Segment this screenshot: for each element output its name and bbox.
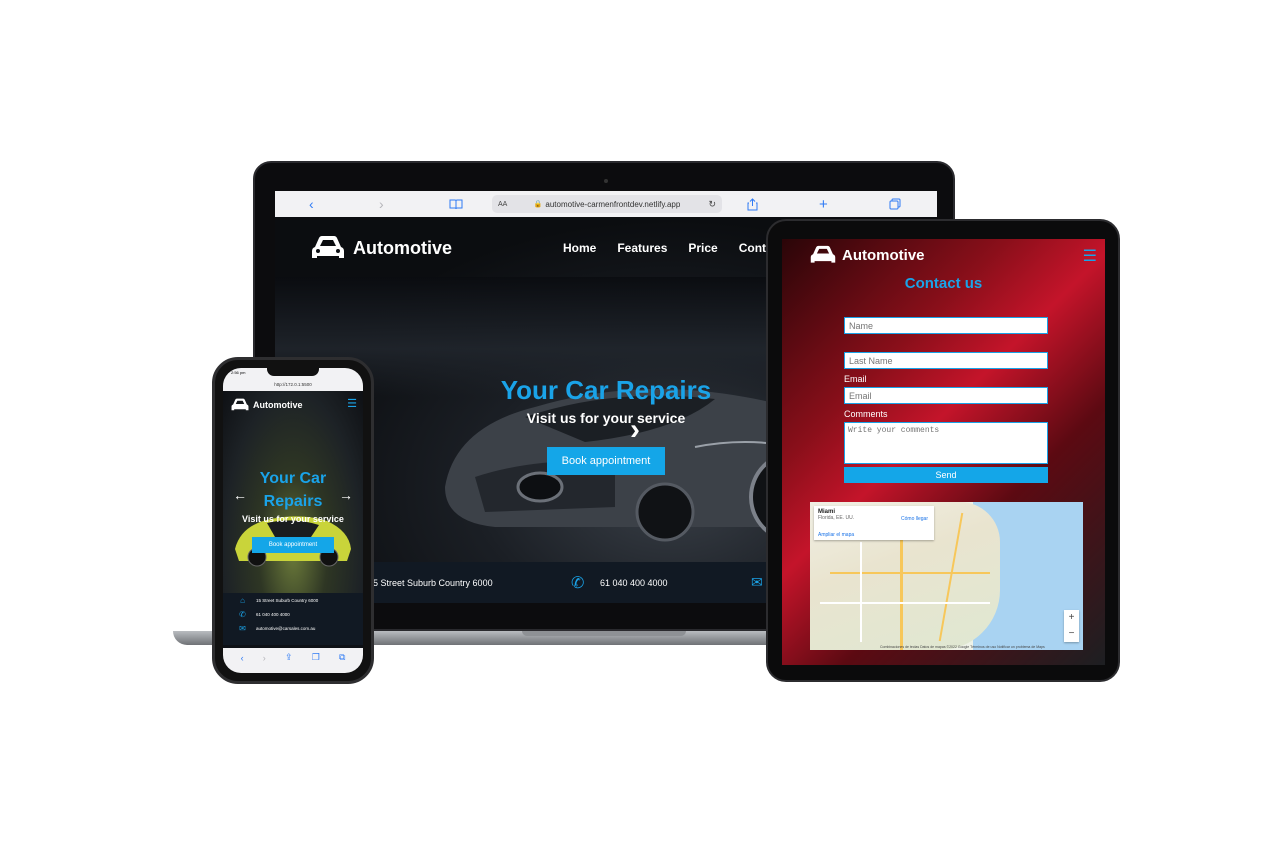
map-zoom-control: + − xyxy=(1064,610,1079,642)
url-text: automotive-carmenfrontdev.netlify.app xyxy=(545,199,681,209)
book-appointment-button[interactable]: Book appointment xyxy=(252,537,334,553)
map-road xyxy=(830,572,990,574)
chevron-left-icon[interactable]: ‹ xyxy=(309,195,314,213)
hero-subtitle: Visit us for your service xyxy=(242,514,344,524)
hamburger-menu-icon[interactable]: ☰ xyxy=(347,397,357,410)
map-road xyxy=(820,602,990,604)
phone-icon: ✆ xyxy=(239,610,246,619)
footer-address: 5 Street Suburb Country 6000 xyxy=(373,577,493,588)
book-appointment-button[interactable]: Book appointment xyxy=(547,447,665,475)
nav-features[interactable]: Features xyxy=(617,241,667,255)
address-bar[interactable]: http://172.0.1:5500 xyxy=(223,378,363,391)
tablet: Automotive ☰ Contact us Email Comments S… xyxy=(766,219,1120,682)
home-icon: ⌂ xyxy=(240,596,245,605)
chevron-right-icon[interactable]: › xyxy=(379,195,384,213)
site-logo[interactable]: Automotive xyxy=(810,245,925,265)
phone-icon: ✆ xyxy=(571,574,585,592)
info-address: 15 Street Suburb Country 6000 xyxy=(256,598,319,603)
chevron-left-icon[interactable]: ‹ xyxy=(241,653,244,663)
info-email: automotive@carsales.com.au xyxy=(256,626,316,631)
tablet-screen: Automotive ☰ Contact us Email Comments S… xyxy=(782,239,1105,665)
contact-title: Contact us xyxy=(904,275,983,292)
safari-bottom-toolbar: ‹ › ⇪ ❐ ⧉ xyxy=(223,648,363,673)
car-logo-icon xyxy=(810,245,836,263)
brand-name: Automotive xyxy=(353,237,452,258)
share-icon[interactable]: ⇪ xyxy=(285,652,293,663)
lock-icon: 🔒 xyxy=(533,201,543,208)
phone-screen: 2:56 pm http://172.0.1:5500 Automotive ☰… xyxy=(223,368,363,673)
car-logo-icon xyxy=(312,236,344,258)
envelope-icon: ✉ xyxy=(239,624,246,633)
map-attribution: Combinaciones de teclas Datos de mapas ©… xyxy=(880,645,1045,649)
nav-home[interactable]: Home xyxy=(563,241,596,255)
map-enlarge-link[interactable]: Ampliar el mapa xyxy=(818,532,854,538)
site-logo[interactable]: Automotive xyxy=(231,398,303,412)
info-email-row: ✉ automotive@carsales.com.au xyxy=(238,624,315,633)
email-field[interactable] xyxy=(844,387,1048,404)
main-nav: Home Features Price Conta xyxy=(563,241,773,255)
envelope-icon: ✉ xyxy=(751,574,763,590)
last-name-field[interactable] xyxy=(844,352,1048,369)
comments-field[interactable] xyxy=(844,422,1048,464)
site-logo[interactable]: Automotive xyxy=(311,235,452,261)
carousel-next-icon[interactable]: → xyxy=(339,487,353,503)
info-phone-row: ✆ 61 040 400 4000 xyxy=(238,610,290,619)
phone-notch xyxy=(267,368,319,376)
hero-subtitle: Visit us for your service xyxy=(526,410,686,426)
nav-price[interactable]: Price xyxy=(688,241,717,255)
device-mockup-scene: ‹ › AA 🔒 automotive-carmenfrontdev.netli… xyxy=(0,0,1280,853)
safari-toolbar: ‹ › AA 🔒 automotive-carmenfrontdev.netli… xyxy=(275,191,937,217)
chevron-right-icon[interactable]: › xyxy=(263,653,266,663)
share-icon[interactable] xyxy=(747,195,758,213)
contact-info: ⌂ 15 Street Suburb Country 6000 ✆ 61 040… xyxy=(223,593,363,645)
hamburger-menu-icon[interactable]: ☰ xyxy=(1083,246,1097,266)
plus-icon[interactable]: + xyxy=(819,195,828,213)
website-hero: Automotive ☰ Your Car Repairs ← → Visit … xyxy=(223,391,363,593)
zoom-out-button[interactable]: − xyxy=(1064,626,1079,642)
map-directions-link[interactable]: Cómo llegar xyxy=(901,516,928,522)
map-road xyxy=(860,542,862,642)
send-button[interactable]: Send xyxy=(844,467,1048,483)
address-bar[interactable]: AA 🔒 automotive-carmenfrontdev.netlify.a… xyxy=(492,195,722,213)
tabs-icon[interactable] xyxy=(889,195,901,213)
email-label: Email xyxy=(844,374,867,384)
map-road xyxy=(900,522,903,650)
comments-label: Comments xyxy=(844,409,888,419)
reload-icon[interactable]: ↻ xyxy=(708,199,716,210)
reader-aa-button[interactable]: AA xyxy=(498,201,507,208)
name-field[interactable] xyxy=(844,317,1048,334)
info-phone: 61 040 400 4000 xyxy=(256,612,290,617)
google-map[interactable]: Miami Florida, EE. UU. Cómo llegar Ampli… xyxy=(810,502,1083,650)
laptop-camera xyxy=(604,179,608,183)
footer-phone: 61 040 400 4000 xyxy=(600,577,668,588)
book-icon[interactable]: ❐ xyxy=(312,652,320,663)
hero-title: Your Car Repairs xyxy=(259,470,327,510)
carousel-prev-icon[interactable]: ← xyxy=(233,487,247,503)
url-text: http://172.0.1:5500 xyxy=(274,382,312,387)
info-address-row: ⌂ 15 Street Suburb Country 6000 xyxy=(238,596,318,605)
book-icon[interactable] xyxy=(449,195,463,213)
laptop-base-notch xyxy=(522,631,686,636)
brand-name: Automotive xyxy=(253,400,303,410)
tabs-icon[interactable]: ⧉ xyxy=(339,652,345,663)
zoom-in-button[interactable]: + xyxy=(1064,610,1079,626)
car-logo-icon xyxy=(231,398,249,411)
phone: 2:56 pm http://172.0.1:5500 Automotive ☰… xyxy=(212,357,374,684)
carousel-next-icon[interactable]: › xyxy=(630,413,640,447)
status-time: 2:56 pm xyxy=(231,370,246,375)
brand-name: Automotive xyxy=(842,246,925,264)
map-place-card: Miami Florida, EE. UU. Cómo llegar Ampli… xyxy=(814,506,934,540)
hero-title: Your Car Repairs xyxy=(500,375,712,405)
